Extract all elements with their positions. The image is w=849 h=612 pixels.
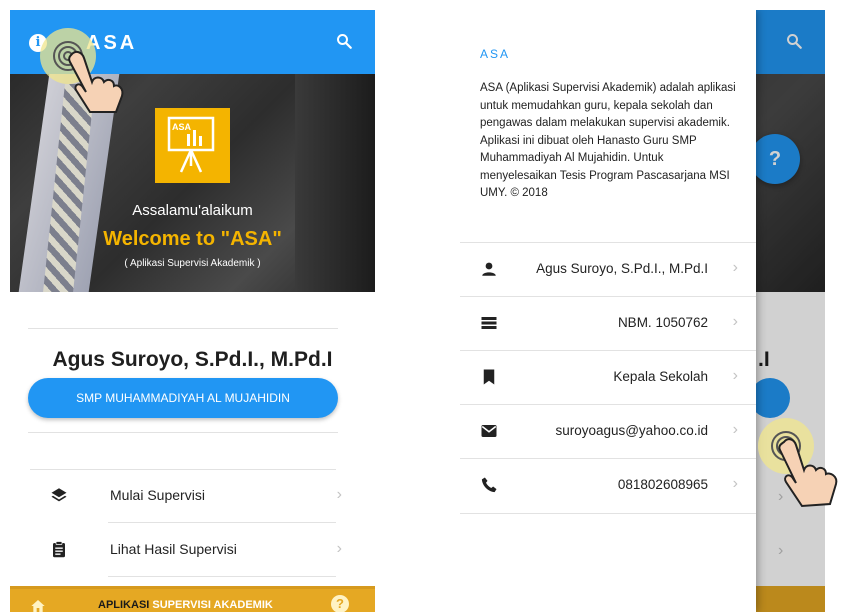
bottom-bar: APLIKASI SUPERVISI AKADEMIK ? — [10, 586, 375, 612]
left-phone-screen: i ASA ASA Assalamu'alaikum Welcome to "A… — [10, 10, 375, 612]
drawer-item-position[interactable]: Kepala Sekolah › — [460, 350, 756, 404]
bookmark-icon — [483, 369, 495, 385]
mail-icon — [481, 425, 497, 437]
drawer-item-value: NBM. 1050762 — [617, 315, 708, 330]
phone-icon — [481, 477, 497, 493]
home-icon[interactable] — [30, 598, 46, 612]
drawer-title: ASA — [480, 47, 511, 61]
presentation-board-icon: ASA — [167, 116, 215, 173]
hand-pointer-icon — [778, 438, 838, 508]
divider — [28, 328, 338, 329]
logo-text: ASA — [172, 122, 192, 132]
bottom-bar-title-part2: SUPERVISI AKADEMIK — [152, 599, 273, 611]
user-name: Agus Suroyo, S.Pd.I., M.Pd.I — [52, 348, 333, 371]
menu-item-label: Lihat Hasil Supervisi — [110, 541, 237, 557]
bottom-bar-title: APLIKASI SUPERVISI AKADEMIK — [98, 599, 273, 611]
divider — [108, 576, 336, 577]
chevron-right-icon: › — [336, 486, 342, 503]
menu-item-mulai-supervisi[interactable]: Mulai Supervisi › — [30, 469, 350, 523]
bottom-bar-title-part1: APLIKASI — [98, 599, 150, 611]
clipboard-icon — [53, 541, 65, 558]
school-button[interactable]: SMP MUHAMMADIYAH AL MUJAHIDIN — [28, 378, 338, 418]
menu-item-lihat-hasil[interactable]: Lihat Hasil Supervisi › — [30, 523, 350, 577]
drawer-description: ASA (Aplikasi Supervisi Akademik) adalah… — [480, 82, 736, 199]
drawer-item-phone[interactable]: 081802608965 › — [460, 458, 756, 512]
list-icon — [481, 317, 497, 329]
chevron-right-icon: › — [732, 421, 738, 438]
help-icon[interactable]: ? — [331, 595, 349, 612]
app-logo: ASA — [155, 108, 230, 183]
drawer-item-email[interactable]: suroyoagus@yahoo.co.id › — [460, 404, 756, 458]
chevron-right-icon: › — [336, 540, 342, 557]
app-subtitle: ( Aplikasi Supervisi Akademik ) — [124, 258, 261, 269]
greeting-text: Assalamu'alaikum — [132, 202, 253, 219]
chevron-right-icon: › — [732, 475, 738, 492]
drawer-item-name[interactable]: Agus Suroyo, S.Pd.I., M.Pd.I › — [460, 242, 756, 296]
chevron-right-icon: › — [732, 313, 738, 330]
drawer-item-value: suroyoagus@yahoo.co.id — [555, 423, 708, 438]
person-icon — [482, 262, 496, 276]
screenshot-stage: i ASA ASA Assalamu'alaikum Welcome to "A… — [0, 0, 849, 612]
layers-icon — [51, 488, 67, 502]
navigation-drawer: ASA ASA (Aplikasi Supervisi Akademik) ad… — [460, 10, 756, 612]
right-phone-screen: ? .I › › ASA ASA (Aplikasi Supervisi Aka… — [460, 10, 825, 612]
hand-pointer-icon — [68, 50, 124, 113]
divider — [28, 432, 338, 433]
drawer-item-value: Kepala Sekolah — [613, 369, 708, 384]
drawer-item-value: 081802608965 — [617, 477, 708, 492]
drawer-item-value: Agus Suroyo, S.Pd.I., M.Pd.I — [536, 261, 708, 276]
chevron-right-icon: › — [732, 367, 738, 384]
drawer-item-nbm[interactable]: NBM. 1050762 › — [460, 296, 756, 350]
divider — [460, 513, 756, 514]
search-icon[interactable] — [335, 32, 353, 50]
welcome-text: Welcome to "ASA" — [103, 228, 282, 250]
menu-item-label: Mulai Supervisi — [110, 487, 205, 503]
chevron-right-icon: › — [732, 259, 738, 276]
